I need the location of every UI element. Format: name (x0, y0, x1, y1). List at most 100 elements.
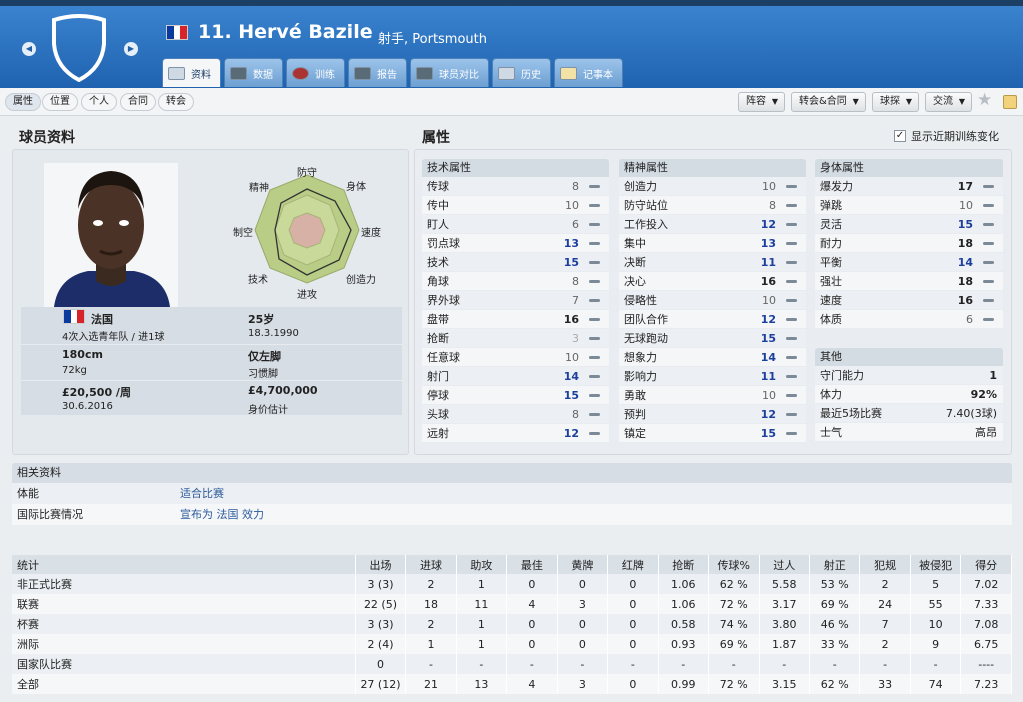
stats-header-cell[interactable]: 统计 (12, 555, 356, 574)
stats-header-cell[interactable]: 过人 (759, 555, 810, 574)
profile-section-title: 球员资料 (19, 130, 75, 146)
attribute-label: 任意球 (427, 350, 460, 364)
table-cell: 1 (405, 634, 457, 654)
attribute-row: 预判 12 (619, 405, 806, 424)
attribute-value: 10 (762, 388, 776, 402)
subtab-positions[interactable]: 位置 (42, 93, 78, 111)
stats-header-cell[interactable]: 助攻 (456, 555, 508, 574)
checkbox-checked-icon[interactable]: ✓ (894, 130, 906, 142)
subtab-contract[interactable]: 合同 (120, 93, 156, 111)
table-row: 国家队比赛 0- - - - - - - - - - - ---- (12, 654, 1012, 674)
attribute-row: 守门能力 1 (815, 366, 1003, 385)
trend-flat-icon (786, 412, 797, 416)
add-note-icon[interactable] (1003, 95, 1017, 109)
table-cell: 3.15 (759, 674, 810, 694)
transfer-value: £4,700,000 (248, 384, 318, 397)
stats-header-cell[interactable]: 被侵犯 (910, 555, 962, 574)
subtab-transfer[interactable]: 转会 (158, 93, 194, 111)
table-row: 非正式比赛 3 (3) 2 1 0 0 0 1.06 62 % 5.58 53 % 2 5 7.02 (12, 574, 1012, 594)
trend-flat-icon (983, 203, 994, 207)
attribute-row: 停球 15 (422, 386, 609, 405)
attribute-row: 体力 92% (815, 385, 1003, 404)
tab-report[interactable]: 报告 (348, 58, 407, 87)
trend-flat-icon (983, 260, 994, 264)
tab-notebook[interactable]: 记事本 (554, 58, 623, 87)
mental-attributes: 精神属性 创造力 10 防守站位 8 工作投入 12 集中 13 决断 11 决心 16 侵略性 10 团队… (619, 159, 806, 443)
tab-training[interactable]: 训练 (286, 58, 345, 87)
tab-history[interactable]: 历史 (492, 58, 551, 87)
attribute-label: 防守站位 (624, 198, 668, 212)
radar-label-speed: 速度 (361, 228, 381, 239)
attribute-value: 10 (959, 198, 973, 212)
transfer-contract-dropdown[interactable]: 转会&合同 ▼ (791, 92, 866, 112)
attribute-value: 12 (563, 426, 579, 440)
scout-dropdown[interactable]: 球探 ▼ (872, 92, 919, 112)
preferred-foot-label: 习惯脚 (248, 369, 278, 380)
trend-flat-icon (786, 184, 797, 188)
trend-flat-icon (983, 241, 994, 245)
attribute-value: 92% (970, 387, 997, 401)
trend-flat-icon (786, 279, 797, 283)
attribute-label: 界外球 (427, 293, 460, 307)
chevron-down-icon: ▼ (905, 97, 912, 106)
subtab-attributes[interactable]: 属性 (5, 93, 41, 111)
trend-flat-icon (786, 317, 797, 321)
stats-icon (230, 66, 247, 80)
attribute-value: 14 (563, 369, 579, 383)
squad-dropdown[interactable]: 阵容 ▼ (738, 92, 785, 112)
radar-label-attacking: 进攻 (297, 290, 317, 301)
stats-header-cell[interactable]: 黄牌 (557, 555, 609, 574)
previous-player-button[interactable]: ◀ (22, 42, 36, 56)
attribute-row: 勇敢 10 (619, 386, 806, 405)
stats-header-cell[interactable]: 犯规 (859, 555, 911, 574)
interaction-dropdown[interactable]: 交流 ▼ (925, 92, 972, 112)
trend-flat-icon (589, 279, 600, 283)
attribute-value: 8 (572, 407, 579, 421)
tab-profile[interactable]: 资料 (162, 58, 221, 87)
trend-flat-icon (589, 203, 600, 207)
table-cell: 1 (456, 574, 508, 594)
stats-header-cell[interactable]: 红牌 (607, 555, 659, 574)
show-training-changes-checkbox[interactable]: ✓ 显示近期训练变化 (894, 128, 999, 144)
attribute-label: 技术 (427, 255, 449, 269)
stats-header-cell[interactable]: 出场 (355, 555, 407, 574)
trend-flat-icon (589, 412, 600, 416)
attribute-row: 创造力 10 (619, 177, 806, 196)
international-status-link[interactable]: 宣布为 法国 效力 (180, 504, 264, 525)
tab-stats[interactable]: 数据 (224, 58, 283, 87)
attribute-value: 15 (563, 255, 579, 269)
attribute-value: 10 (565, 350, 579, 364)
subtab-personal[interactable]: 个人 (81, 93, 117, 111)
stats-header-cell[interactable]: 传球% (708, 555, 760, 574)
attribute-value: 13 (760, 236, 776, 250)
attribute-label: 决断 (624, 255, 646, 269)
table-cell: 0 (557, 614, 609, 634)
table-cell: 4 (506, 674, 558, 694)
table-cell: 联赛 (12, 594, 356, 614)
stats-header-cell[interactable]: 得分 (960, 555, 1012, 574)
table-cell: 9 (910, 634, 962, 654)
trend-flat-icon (786, 355, 797, 359)
table-cell: 0 (506, 574, 558, 594)
table-cell: 0.93 (658, 634, 710, 654)
nation-caps: 4次入选青年队 / 进1球 (62, 332, 165, 343)
stats-header-cell[interactable]: 进球 (405, 555, 457, 574)
stats-header-cell[interactable]: 射正 (809, 555, 861, 574)
attribute-value: 16 (760, 274, 776, 288)
next-player-button[interactable]: ▶ (124, 42, 138, 56)
tab-compare[interactable]: 球员对比 (410, 58, 489, 87)
star-shortlist-icon[interactable]: ★ (977, 90, 992, 110)
attribute-label: 侵略性 (624, 293, 657, 307)
stats-header-cell[interactable]: 最佳 (506, 555, 558, 574)
table-cell: - (607, 654, 659, 674)
attribute-value: 14 (957, 255, 973, 269)
table-cell: 1.06 (658, 594, 710, 614)
fitness-status-link[interactable]: 适合比赛 (180, 483, 224, 504)
transfer-value-label: 身价估计 (248, 405, 288, 416)
stats-header-cell[interactable]: 抢断 (658, 555, 710, 574)
attribute-row: 盯人 6 (422, 215, 609, 234)
trend-flat-icon (589, 298, 600, 302)
table-cell: 62 % (708, 574, 760, 594)
table-cell: 全部 (12, 674, 356, 694)
table-cell: 3.17 (759, 594, 810, 614)
